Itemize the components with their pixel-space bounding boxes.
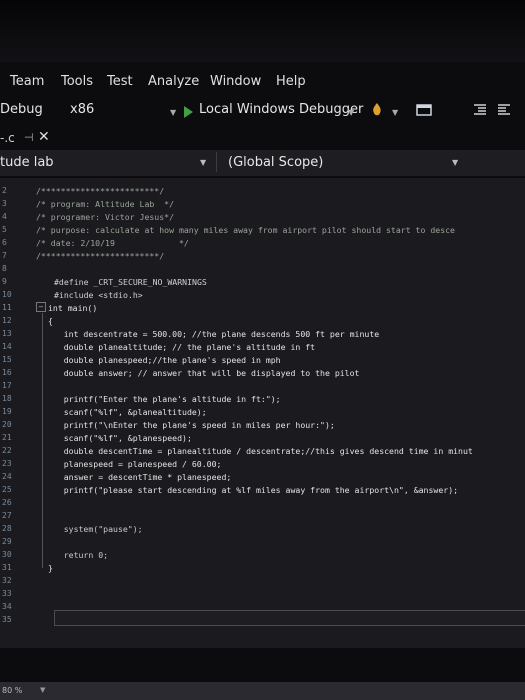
line-number: 10 — [2, 290, 12, 299]
line-number: 16 — [2, 368, 12, 377]
code-line: answer = descentTime * planespeed; — [44, 472, 232, 482]
document-tab[interactable]: -.c — [0, 131, 15, 145]
line-number: 11 — [2, 303, 12, 312]
line-number: 33 — [2, 589, 12, 598]
menu-window[interactable]: Window — [210, 74, 261, 89]
line-number: 31 — [2, 563, 12, 572]
fire-icon[interactable] — [369, 102, 385, 118]
code-line: int descentrate = 500.00; //the plane de… — [44, 329, 380, 339]
indent-icon[interactable] — [472, 102, 488, 118]
code-line: system("pause"); — [44, 524, 143, 534]
line-number: 23 — [2, 459, 12, 468]
menu-bar: Team Tools Test Analyze Window Help — [0, 66, 525, 96]
zoom-dropdown-arrow-icon[interactable]: ▼ — [40, 686, 45, 694]
line-number: 28 — [2, 524, 12, 533]
line-number: 17 — [2, 381, 12, 390]
line-number: 3 — [2, 199, 7, 208]
line-number: 27 — [2, 511, 12, 520]
scope-name: (Global Scope) — [228, 155, 324, 170]
fire-dropdown-arrow-icon[interactable]: ▼ — [392, 108, 398, 117]
code-line: #include <stdio.h> — [54, 290, 143, 300]
code-line: } — [48, 563, 53, 573]
monitor-bezel — [0, 0, 525, 62]
line-number: 26 — [2, 498, 12, 507]
scope-dropdown-arrow-icon[interactable]: ▼ — [452, 158, 458, 167]
line-number: 19 — [2, 407, 12, 416]
line-number: 35 — [2, 615, 12, 624]
code-line: /************************/ — [36, 186, 165, 196]
code-line: double planealtitude; // the plane's alt… — [44, 342, 316, 352]
line-number: 24 — [2, 472, 12, 481]
window-layout-icon[interactable] — [416, 102, 432, 118]
line-number: 18 — [2, 394, 12, 403]
line-number: 32 — [2, 576, 12, 585]
platform-dropdown[interactable]: x86 — [70, 102, 94, 117]
line-number: 30 — [2, 550, 12, 559]
line-number: 8 — [2, 264, 7, 273]
line-number: 25 — [2, 485, 12, 494]
line-number: 15 — [2, 355, 12, 364]
menu-help[interactable]: Help — [276, 74, 306, 89]
start-debug-play-icon[interactable] — [184, 106, 193, 118]
line-number: 5 — [2, 225, 7, 234]
code-line: /* program: Altitude Lab */ — [36, 199, 175, 209]
project-dropdown[interactable]: tude lab ▼ — [0, 152, 217, 172]
line-number: 9 — [2, 277, 7, 286]
config-dropdown[interactable]: Debug — [0, 102, 43, 117]
navigation-bar: tude lab ▼ (Global Scope) ▼ — [0, 150, 525, 176]
menu-tools[interactable]: Tools — [61, 74, 93, 89]
code-line: return 0; — [44, 550, 109, 560]
code-line: double planespeed;//the plane's speed in… — [44, 355, 281, 365]
code-line: { — [48, 316, 53, 326]
close-tab-icon[interactable]: ✕ — [38, 129, 50, 145]
line-number: 2 — [2, 186, 7, 195]
project-name: tude lab — [0, 155, 54, 170]
code-line: /************************/ — [36, 251, 165, 261]
code-line: int main() — [48, 303, 98, 313]
code-line: scanf("%lf", &planespeed); — [44, 433, 192, 443]
debugger-dropdown-arrow-icon[interactable]: ▼ — [348, 108, 354, 117]
code-line: printf("please start descending at %lf m… — [44, 485, 459, 495]
code-line: /* purpose: calculate at how many miles … — [36, 225, 455, 235]
platform-dropdown-arrow-icon[interactable]: ▼ — [170, 108, 176, 117]
scope-dropdown[interactable]: (Global Scope) ▼ — [220, 152, 465, 172]
zoom-level[interactable]: 80 % — [2, 686, 22, 695]
line-number: 21 — [2, 433, 12, 442]
code-line: /* date: 2/10/19 */ — [36, 238, 189, 248]
menu-test[interactable]: Test — [107, 74, 133, 89]
menu-team[interactable]: Team — [10, 74, 44, 89]
status-bar: 80 % ▼ — [0, 682, 525, 700]
line-number: 12 — [2, 316, 12, 325]
output-panel[interactable] — [54, 610, 525, 626]
document-tab-row: -.c ⊣ ✕ — [0, 128, 525, 151]
code-line: printf("Enter the plane's altitude in ft… — [44, 394, 281, 404]
line-number: 6 — [2, 238, 7, 247]
code-line: double descentTime = planealtitude / des… — [44, 446, 473, 456]
collapse-icon[interactable]: − — [36, 302, 46, 312]
code-line: /* programer: Victor Jesus*/ — [36, 212, 175, 222]
project-dropdown-arrow-icon[interactable]: ▼ — [200, 158, 206, 167]
line-number: 22 — [2, 446, 12, 455]
code-line: printf("\nEnter the plane's speed in mil… — [44, 420, 335, 430]
outdent-icon[interactable] — [496, 102, 512, 118]
line-number: 29 — [2, 537, 12, 546]
scope-guide-line — [42, 313, 43, 568]
line-number-gutter: 2 3 4 5 6 7 8 9 10 11 12 13 14 15 16 17 … — [0, 178, 30, 648]
line-number: 14 — [2, 342, 12, 351]
code-line: planespeed = planespeed / 60.00; — [44, 459, 222, 469]
line-number: 7 — [2, 251, 7, 260]
code-line: #define _CRT_SECURE_NO_WARNINGS — [54, 277, 207, 287]
pin-icon[interactable]: ⊣ — [24, 131, 34, 144]
start-debugger-button[interactable]: Local Windows Debugger — [199, 102, 363, 117]
code-line: scanf("%lf", &planealtitude); — [44, 407, 207, 417]
toolbar: Debug x86 ▼ Local Windows Debugger ▼ ▼ — [0, 96, 525, 126]
line-number: 4 — [2, 212, 7, 221]
code-editor[interactable]: 2 3 4 5 6 7 8 9 10 11 12 13 14 15 16 17 … — [0, 178, 525, 648]
code-line: double answer; // answer that will be di… — [44, 368, 360, 378]
menu-analyze[interactable]: Analyze — [148, 74, 199, 89]
line-number: 20 — [2, 420, 12, 429]
line-number: 34 — [2, 602, 12, 611]
line-number: 13 — [2, 329, 12, 338]
